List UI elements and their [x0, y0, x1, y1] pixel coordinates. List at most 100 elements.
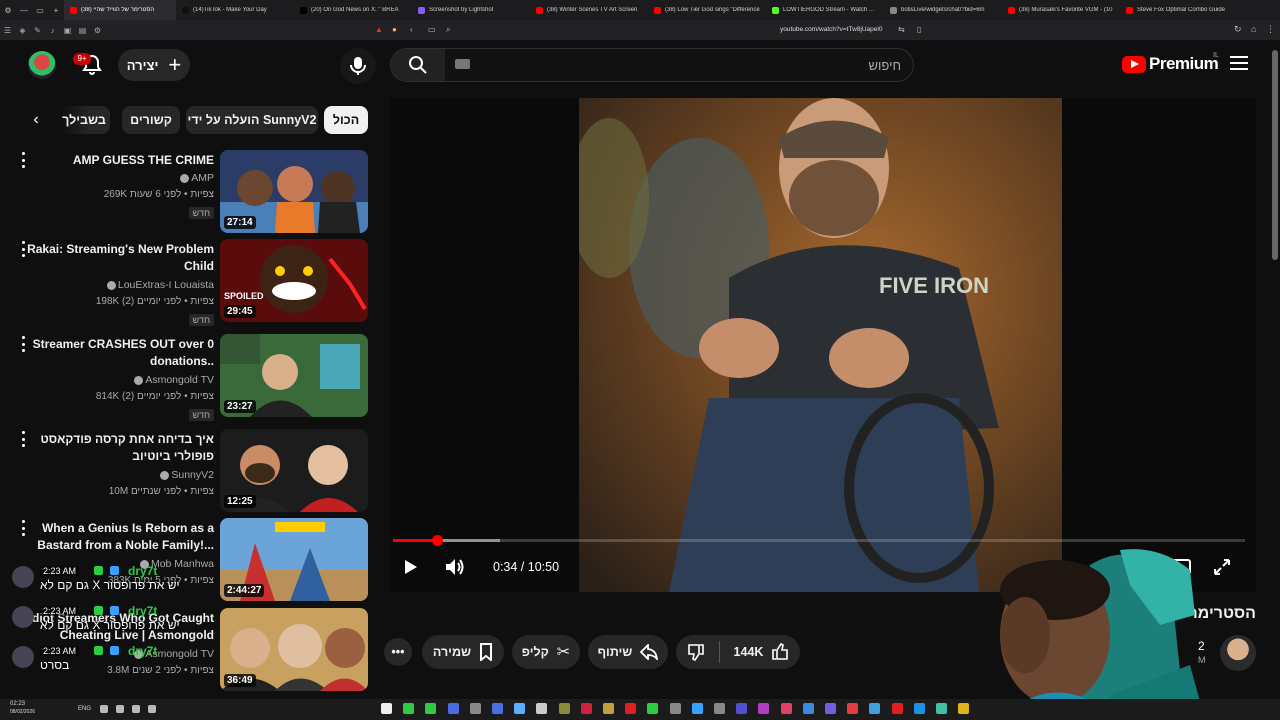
music-icon[interactable]: ♪	[45, 26, 60, 35]
voice-search-button[interactable]	[340, 48, 376, 84]
brave-icon[interactable]	[869, 703, 881, 714]
reload-icon[interactable]: ↻	[1234, 24, 1242, 35]
channel-name[interactable]: Asmongold TV	[132, 374, 214, 386]
play-icon[interactable]	[381, 703, 392, 714]
app-icon[interactable]	[492, 703, 503, 714]
recommendation-item[interactable]: 12:25 איך בדיחה אחת קרסה פודקאסט פופולרי …	[0, 429, 372, 515]
browser-more-icon[interactable]: ⋮	[1266, 24, 1275, 35]
premiere-icon[interactable]	[736, 703, 748, 714]
video-thumbnail[interactable]: 12:25	[220, 429, 368, 512]
app-icon[interactable]	[514, 703, 526, 714]
like-icon[interactable]	[771, 643, 789, 661]
browser-tab[interactable]: Screenshot by Lightshot	[412, 0, 530, 20]
shield-icon[interactable]: ◈	[15, 26, 30, 35]
video-frame[interactable]: FIVE IRON	[579, 98, 1062, 592]
clip-button[interactable]: קליפ ✂	[512, 635, 580, 669]
video-thumbnail[interactable]: 23:27	[220, 334, 368, 417]
browser-tab[interactable]: הסטרימר של הווייד שהיי (38)	[64, 0, 176, 20]
chip-for-you[interactable]: בשבילך	[62, 106, 110, 134]
browser-tab[interactable]: LOWTIERGOD Stream - Watch Live	[766, 0, 884, 20]
new-tab-icon[interactable]: +	[48, 6, 64, 15]
recommendation-title[interactable]: Streamer CRASHES OUT over 0 donations..	[24, 336, 214, 370]
steam-icon[interactable]	[403, 703, 415, 714]
browser-tab[interactable]: (20) On God News on X: " BREA	[294, 0, 412, 20]
screenshot-icon[interactable]: ▭	[428, 25, 436, 34]
app-icon[interactable]	[714, 703, 725, 714]
recommendation-title[interactable]: איך בדיחה אחת קרסה פודקאסט פופולרי ביוטי…	[24, 431, 214, 465]
dislike-icon[interactable]	[687, 643, 705, 661]
recommendation-item[interactable]: 27:14 AMP GUESS THE CRIME AMP 269K צפיות • …	[0, 150, 372, 236]
browser-tab[interactable]: (38) Low Tier God sings "Difference	[648, 0, 766, 20]
browser-menu-icon[interactable]: ⚙	[0, 6, 16, 15]
channel-name[interactable]: LouExtras-ו Louaista	[105, 279, 214, 291]
search-button[interactable]	[391, 49, 445, 81]
share-button[interactable]: שיתוף	[588, 635, 668, 669]
volume-button[interactable]	[443, 555, 467, 579]
chip-uploaded-by[interactable]: הועלה על ידי SunnyV2	[186, 106, 318, 134]
recommendation-title[interactable]: When a Genius Is Reborn as a Bastard fro…	[24, 520, 214, 554]
app-icon[interactable]	[558, 703, 570, 714]
youtube-premium-logo[interactable]: Premium	[1122, 54, 1219, 74]
browser-tab[interactable]: Steve Fox Optimal Combo Guide	[1120, 0, 1238, 20]
minimize-icon[interactable]: —	[16, 6, 32, 15]
avatar[interactable]	[28, 51, 56, 79]
windows-icon[interactable]	[958, 703, 970, 714]
extension-icon[interactable]: ●	[392, 25, 397, 34]
discord-icon[interactable]	[825, 703, 836, 714]
downloads-icon[interactable]: ⌂	[1251, 24, 1256, 34]
vscode-icon[interactable]	[425, 703, 437, 714]
app-icon[interactable]	[691, 703, 703, 714]
search-input[interactable]	[455, 49, 905, 81]
mic-icon[interactable]	[100, 705, 108, 713]
gamepad-icon[interactable]	[536, 703, 548, 714]
recommendation-item[interactable]: SPOILED 29:45 Rakai: Streaming's New Probl…	[0, 239, 372, 326]
app-icon[interactable]	[603, 703, 614, 714]
browser-tab[interactable]: (14)TikTok - Make Your Day	[176, 0, 294, 20]
recommendation-item[interactable]: 23:27 Streamer CRASHES OUT over 0 donatio…	[0, 334, 372, 421]
search-small-icon[interactable]: ⌕	[446, 25, 450, 35]
window-icon[interactable]: ▣	[60, 26, 75, 35]
pin-icon[interactable]: ▲	[375, 25, 383, 34]
scrollbar-thumb[interactable]	[1272, 50, 1278, 260]
create-button[interactable]: יצירה +	[118, 49, 190, 81]
folder-icon[interactable]	[936, 703, 947, 714]
browser-tab[interactable]: botisLive/widgets/chat/?bid=6m	[884, 0, 1002, 20]
app-icon[interactable]	[913, 703, 925, 714]
settings-icon[interactable]: ⚙	[90, 26, 105, 35]
app-icon[interactable]	[802, 703, 814, 714]
scrubber-handle[interactable]	[431, 535, 443, 546]
menu-icon[interactable]: ☰	[0, 26, 15, 35]
video-thumbnail[interactable]: 36:49	[220, 608, 368, 691]
back-icon[interactable]: ‹	[410, 25, 413, 34]
video-thumbnail[interactable]: 27:14	[220, 150, 368, 233]
recommendation-title[interactable]: Rakai: Streaming's New Problem Child	[24, 241, 214, 275]
volume-icon[interactable]	[116, 705, 124, 713]
save-button[interactable]: שמירה	[422, 635, 504, 669]
app-icon[interactable]	[447, 703, 459, 714]
like-count[interactable]: 144K	[734, 645, 764, 659]
network-icon[interactable]	[132, 705, 140, 713]
browser-tab[interactable]: (38) Winter Scenes TV Art Screen	[530, 0, 648, 20]
more-actions-button[interactable]: •••	[384, 638, 412, 666]
edit-icon[interactable]: ✎	[30, 26, 45, 35]
chrome-icon[interactable]	[847, 703, 859, 714]
chips-scroll-left-icon[interactable]: ‹	[26, 110, 46, 130]
app-icon[interactable]	[580, 703, 592, 714]
tabs-icon[interactable]: ▤	[75, 26, 90, 35]
music-icon[interactable]	[780, 703, 792, 714]
play-button[interactable]	[398, 555, 422, 579]
edge-icon[interactable]	[891, 703, 903, 714]
video-thumbnail[interactable]: SPOILED 29:45	[220, 239, 368, 322]
bookmark-icon[interactable]: ▯	[917, 25, 921, 34]
app-icon[interactable]	[758, 703, 770, 714]
progress-track[interactable]	[393, 539, 1245, 542]
app-icon[interactable]	[647, 703, 659, 714]
app-icon[interactable]	[469, 703, 481, 714]
video-thumbnail[interactable]: 2:44:27	[220, 518, 368, 601]
channel-name[interactable]: SunnyV2	[158, 469, 214, 481]
app-icon[interactable]	[625, 703, 637, 714]
url-text[interactable]: youtube.com/watch?v=tTw8jUapel0	[780, 26, 882, 33]
chip-all[interactable]: הכול	[324, 106, 368, 134]
battery-icon[interactable]	[148, 705, 156, 713]
language-indicator[interactable]: ENG	[78, 706, 91, 712]
